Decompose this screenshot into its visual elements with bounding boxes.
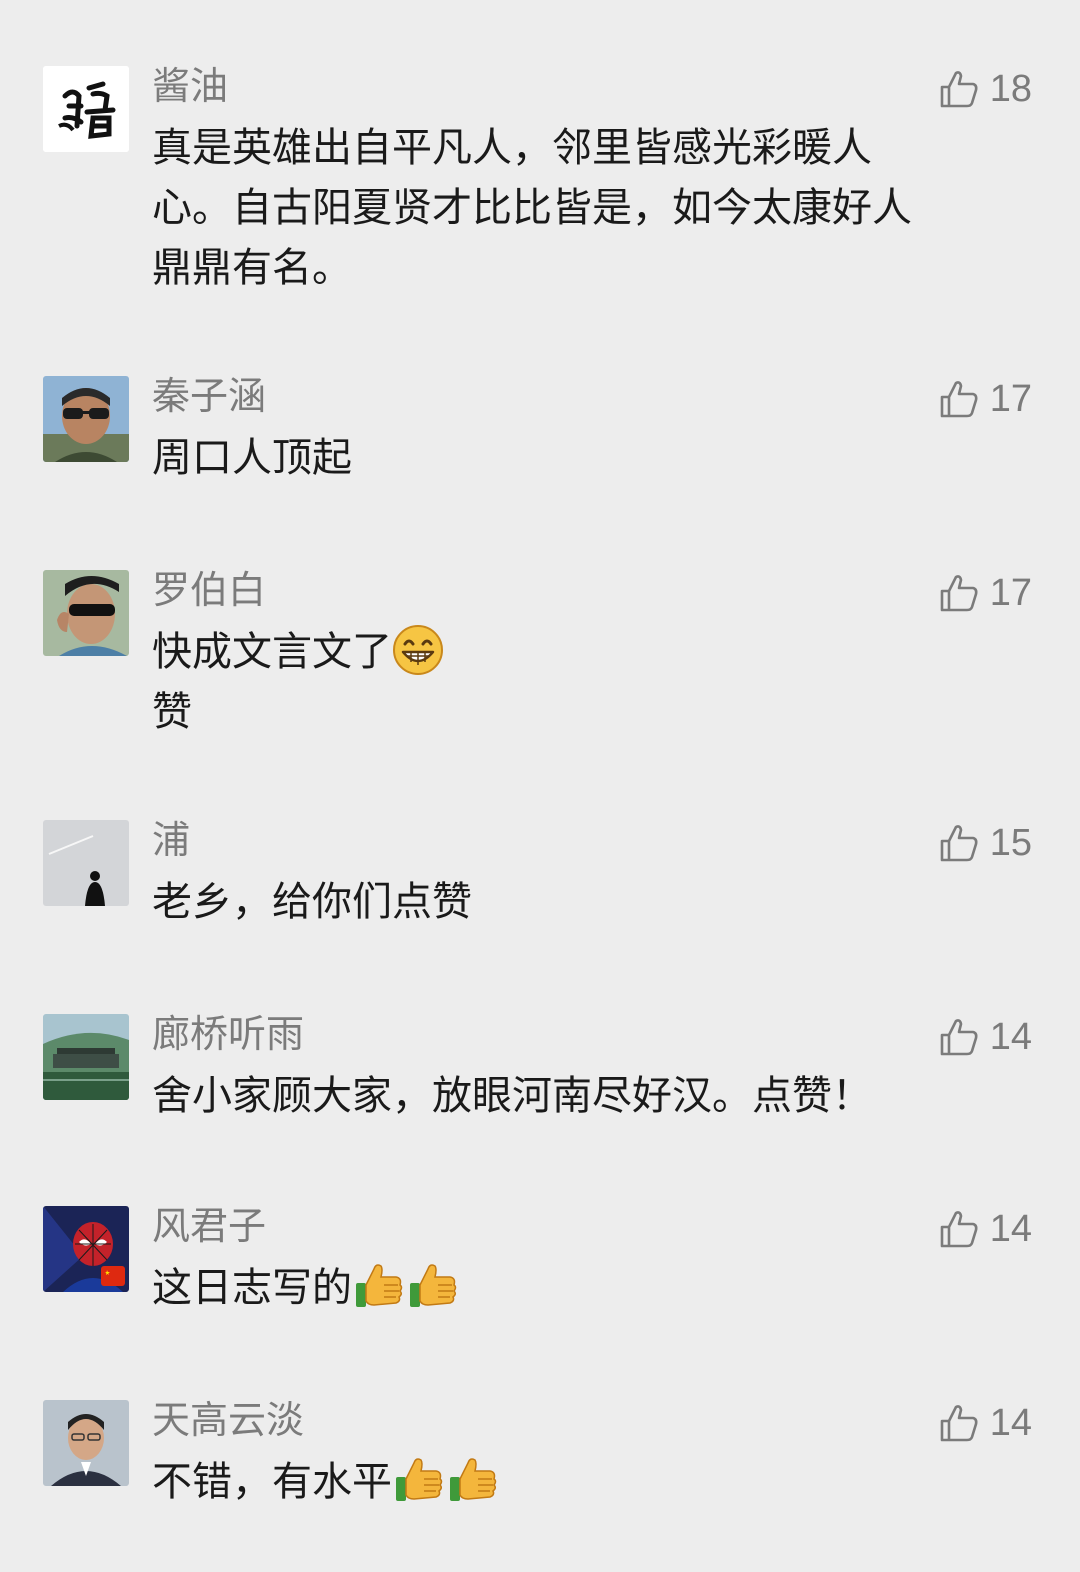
thumbs-up-emoji-icon [450,1458,497,1501]
like-count: 17 [989,377,1032,420]
like-count: 14 [989,1015,1032,1058]
comment-line: 真是英雄出自平凡人，邻里皆感光彩暖人 [152,125,872,171]
commenter-name[interactable]: 廊桥听雨 [152,1010,304,1058]
thumbs-up-icon[interactable] [938,822,980,864]
comment-text: 快成文言文了 赞 [152,622,1022,742]
thumbs-up-icon[interactable] [938,68,980,110]
comment-line: 赞 [152,689,192,735]
like-button[interactable]: 15 [938,820,1032,866]
commenter-name[interactable]: 天高云淡 [152,1396,304,1444]
like-button[interactable]: 17 [938,570,1032,616]
comment-line: 快成文言文了 [152,622,1022,682]
thumbs-up-icon[interactable] [938,572,980,614]
like-count: 14 [989,1207,1032,1250]
like-button[interactable]: 14 [938,1206,1032,1252]
thumbs-up-icon[interactable] [938,1402,980,1444]
commenter-name[interactable]: 酱油 [152,62,228,110]
man-portrait-avatar[interactable] [43,1400,129,1486]
thumbs-up-icon[interactable] [938,1208,980,1250]
comment-text: 老乡，给你们点赞 [152,872,1022,932]
comment-text: 真是英雄出自平凡人，邻里皆感光彩暖人 心。自古阳夏贤才比比皆是，如今太康好人 鼎… [152,118,1022,298]
like-count: 18 [989,67,1032,110]
comment-text: 不错，有水平 [152,1452,1022,1512]
comment-text: 周口人顶起 [152,428,1022,488]
commenter-name[interactable]: 罗伯白 [152,566,266,614]
comment-text: 这日志写的 [152,1258,1022,1318]
comment-line: 心。自古阳夏贤才比比皆是，如今太康好人 [152,185,912,231]
grin-emoji-icon [393,625,443,675]
like-button[interactable]: 18 [938,66,1032,112]
calligraphy-avatar[interactable] [43,66,129,152]
thumbs-up-emoji-icon [356,1264,403,1307]
like-button[interactable]: 14 [938,1014,1032,1060]
comment-text: 舍小家顾大家，放眼河南尽好汉。点赞！ [152,1066,1022,1126]
comment-line: 周口人顶起 [152,435,352,481]
comment-line: 舍小家顾大家，放眼河南尽好汉。点赞！ [152,1073,872,1119]
thumbs-up-emoji-icon [396,1458,443,1501]
comment-line-text: 这日志写的 [152,1265,352,1311]
man-sunglasses-avatar[interactable] [43,376,129,462]
commenter-name[interactable]: 秦子涵 [152,372,266,420]
comment-line: 不错，有水平 [152,1452,1022,1512]
like-count: 17 [989,571,1032,614]
thumbs-up-icon[interactable] [938,1016,980,1058]
comment-line: 鼎鼎有名。 [152,245,352,291]
comment-line-text: 不错，有水平 [152,1459,392,1505]
man-cap-sunglasses-avatar[interactable] [43,570,129,656]
spiderman-avatar[interactable] [43,1206,129,1292]
landscape-avatar[interactable] [43,1014,129,1100]
thumbs-up-icon[interactable] [938,378,980,420]
comment-line: 这日志写的 [152,1258,1022,1318]
commenter-name[interactable]: 风君子 [152,1202,266,1250]
silhouette-sky-avatar[interactable] [43,820,129,906]
comment-line-text: 快成文言文了 [152,629,392,675]
like-button[interactable]: 17 [938,376,1032,422]
like-count: 14 [989,1401,1032,1444]
commenter-name[interactable]: 浦 [152,816,190,864]
like-count: 15 [989,821,1032,864]
like-button[interactable]: 14 [938,1400,1032,1446]
comment-line: 老乡，给你们点赞 [152,879,472,925]
thumbs-up-emoji-icon [410,1264,457,1307]
